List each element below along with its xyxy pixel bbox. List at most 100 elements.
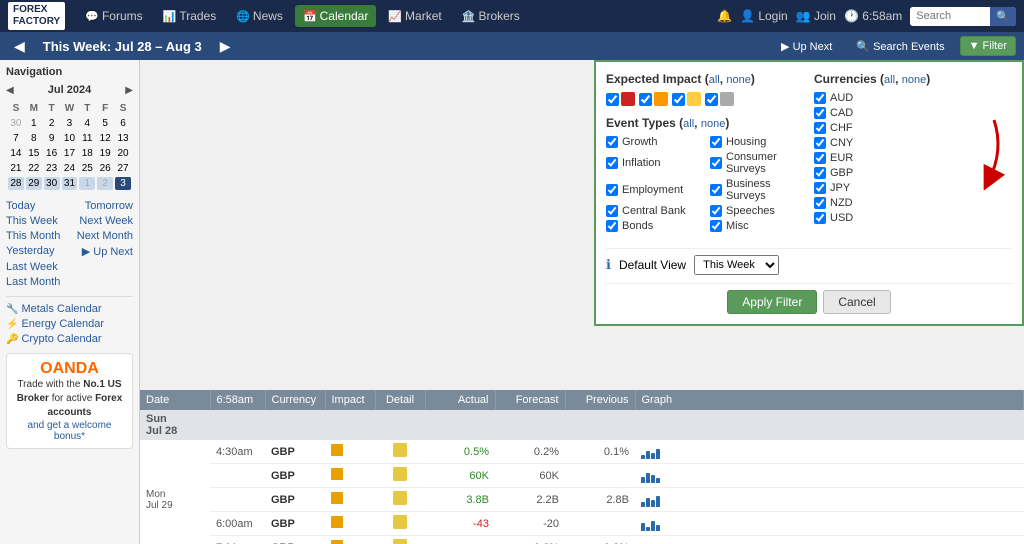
up-next-sidebar-link[interactable]: ▶ Up Next [82, 245, 133, 258]
this-month-link[interactable]: This Month [6, 230, 60, 242]
impact-yellow-check[interactable] [672, 93, 685, 106]
nav-forums[interactable]: 💬Forums [77, 5, 150, 27]
next-month-link[interactable]: Next Month [77, 230, 133, 242]
detail-icon[interactable] [393, 467, 407, 481]
apply-filter-button[interactable]: Apply Filter [727, 290, 817, 314]
crypto-icon: 🔑 [6, 334, 18, 345]
event-graph[interactable] [635, 488, 1024, 512]
bell-icon[interactable]: 🔔 [717, 9, 732, 23]
detail-icon[interactable] [393, 491, 407, 505]
event-graph[interactable] [635, 536, 1024, 544]
cal-day[interactable]: 2 [44, 117, 60, 130]
cal-day[interactable]: 24 [62, 162, 78, 175]
cal-day[interactable]: 1 [79, 177, 95, 190]
metals-calendar-link[interactable]: 🔧 Metals Calendar [6, 303, 133, 315]
cal-day[interactable]: 13 [115, 132, 131, 145]
cal-day[interactable]: 30 [44, 177, 60, 190]
currency-cny: CNY [814, 137, 1012, 149]
event-type-bonds: Bonds [606, 220, 700, 232]
default-view-select[interactable]: This Week This Month Today [694, 255, 779, 275]
cancel-filter-button[interactable]: Cancel [823, 290, 890, 314]
cal-day[interactable]: 1 [26, 117, 42, 130]
cal-day[interactable]: 28 [8, 177, 24, 190]
detail-icon[interactable] [393, 539, 407, 544]
join-button[interactable]: 👥 Join [796, 9, 836, 23]
crypto-calendar-link[interactable]: 🔑 Crypto Calendar [6, 333, 133, 345]
currency-nzd: NZD [814, 197, 1012, 209]
nav-brokers[interactable]: 🏦Brokers [454, 5, 528, 27]
tomorrow-link[interactable]: Tomorrow [85, 200, 133, 212]
event-graph[interactable] [635, 512, 1024, 536]
detail-icon[interactable] [393, 443, 407, 457]
cal-prev-button[interactable]: ◀ [6, 85, 14, 96]
today-link[interactable]: Today [6, 200, 35, 212]
cal-day[interactable]: 20 [115, 147, 131, 160]
cal-day[interactable]: 27 [115, 162, 131, 175]
cal-day[interactable]: 18 [79, 147, 95, 160]
cal-day[interactable]: 4 [79, 117, 95, 130]
yesterday-link[interactable]: Yesterday [6, 245, 55, 258]
cal-day[interactable]: 10 [62, 132, 78, 145]
impact-none-link[interactable]: none [726, 74, 750, 86]
cal-day[interactable]: 5 [97, 117, 113, 130]
currencies-all-link[interactable]: all [884, 74, 895, 86]
currencies-none-link[interactable]: none [902, 74, 926, 86]
cal-day[interactable]: 16 [44, 147, 60, 160]
currency-gbp: GBP [814, 167, 1012, 179]
impact-gray-check[interactable] [705, 93, 718, 106]
currency-usd: USD [814, 212, 1012, 224]
search-input[interactable] [910, 7, 990, 25]
cal-day[interactable]: 17 [62, 147, 78, 160]
table-row: 7:01pm GBP 0.2% 0.2% [140, 536, 1024, 544]
last-week-link[interactable]: Last Week [6, 261, 58, 273]
cal-day[interactable]: 3 [115, 177, 131, 190]
energy-calendar-link[interactable]: ⚡ Energy Calendar [6, 318, 133, 330]
up-next-button[interactable]: ▶ Up Next [772, 36, 841, 57]
event-forecast: 60K [495, 464, 565, 488]
cal-day[interactable]: 11 [79, 132, 95, 145]
next-week-link[interactable]: Next Week [79, 215, 133, 227]
event-graph[interactable] [635, 464, 1024, 488]
cal-day[interactable]: 30 [8, 117, 24, 130]
cal-next-button[interactable]: ▶ [125, 85, 133, 96]
cal-day[interactable]: 19 [97, 147, 113, 160]
cal-day[interactable]: 6 [115, 117, 131, 130]
cal-day[interactable]: 21 [8, 162, 24, 175]
this-week-link[interactable]: This Week [6, 215, 58, 227]
nav-market[interactable]: 📈Market [380, 5, 449, 27]
cal-day[interactable]: 14 [8, 147, 24, 160]
last-month-link[interactable]: Last Month [6, 276, 60, 288]
event-graph[interactable] [635, 440, 1024, 464]
cal-day[interactable]: 23 [44, 162, 60, 175]
cal-day[interactable]: 26 [97, 162, 113, 175]
search-button[interactable]: 🔍 [990, 7, 1016, 26]
cal-day[interactable]: 29 [26, 177, 42, 190]
next-week-button[interactable]: ▶ [214, 36, 237, 57]
cal-day[interactable]: 3 [62, 117, 78, 130]
event-types-all-link[interactable]: all [683, 118, 694, 130]
ad-cta[interactable]: and get a welcome bonus* [13, 420, 126, 442]
clock-icon: 🕐 6:58am [844, 9, 902, 23]
search-box[interactable]: 🔍 [910, 7, 1016, 26]
login-button[interactable]: 👤 Login [740, 9, 788, 23]
cal-day[interactable]: 12 [97, 132, 113, 145]
impact-orange-check[interactable] [639, 93, 652, 106]
nav-trades[interactable]: 📊Trades [155, 5, 225, 27]
cal-day[interactable]: 25 [79, 162, 95, 175]
nav-news[interactable]: 🌐News [228, 5, 291, 27]
cal-day[interactable]: 8 [26, 132, 42, 145]
filter-button[interactable]: ▼ Filter [960, 36, 1016, 56]
search-events-button[interactable]: 🔍 Search Events [847, 36, 953, 57]
cal-day[interactable]: 31 [62, 177, 78, 190]
prev-week-button[interactable]: ◀ [8, 36, 31, 57]
impact-red-check[interactable] [606, 93, 619, 106]
cal-day[interactable]: 2 [97, 177, 113, 190]
nav-calendar[interactable]: 📅Calendar [295, 5, 376, 27]
cal-day[interactable]: 15 [26, 147, 42, 160]
cal-day[interactable]: 9 [44, 132, 60, 145]
cal-day[interactable]: 22 [26, 162, 42, 175]
cal-day[interactable]: 7 [8, 132, 24, 145]
event-types-none-link[interactable]: none [701, 118, 725, 130]
detail-icon[interactable] [393, 515, 407, 529]
impact-all-link[interactable]: all [709, 74, 720, 86]
